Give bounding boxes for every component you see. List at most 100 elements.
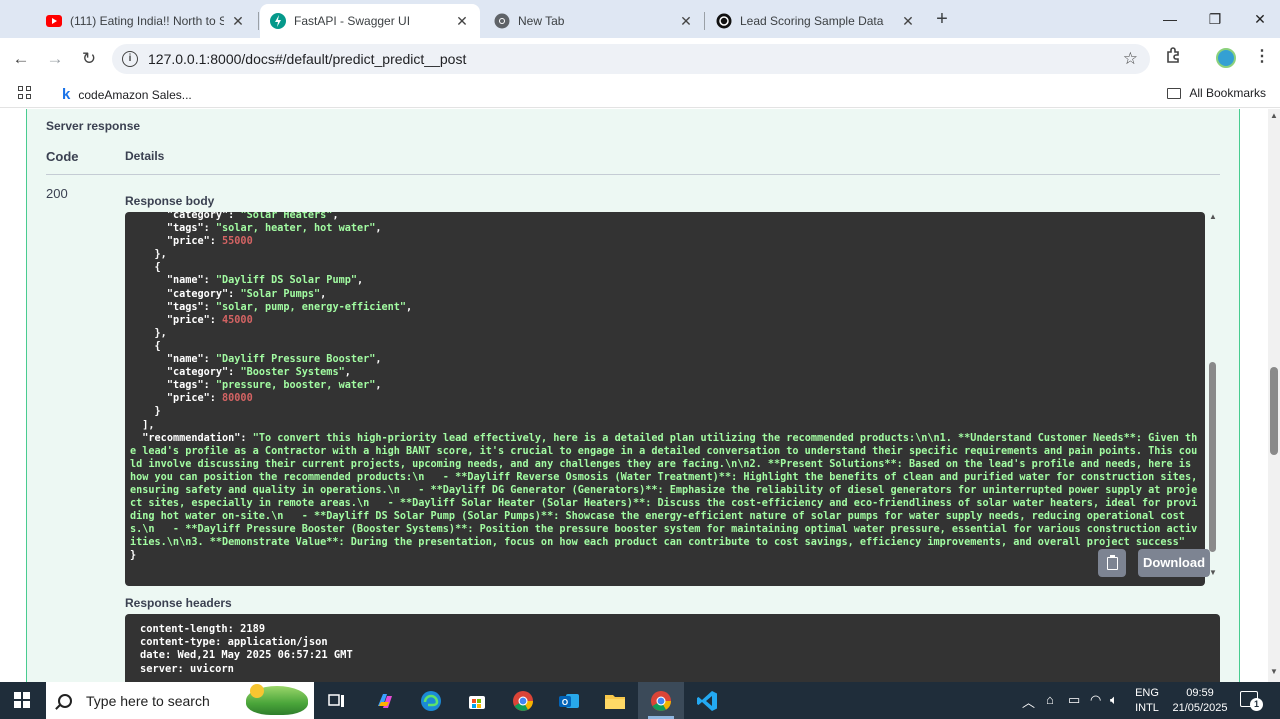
taskbar-search[interactable]: Type here to search [46, 682, 314, 719]
address-bar[interactable]: i 127.0.0.1:8000/docs#/default/predict_p… [112, 44, 1150, 74]
profile-avatar[interactable] [1216, 48, 1236, 68]
tab-fastapi[interactable]: FastAPI - Swagger UI ✕ [260, 4, 480, 38]
json-punct: , [375, 354, 382, 366]
json-line: "tags": "pressure, booster, water", [130, 380, 382, 391]
language-line2: INTL [1135, 702, 1159, 714]
tab-title: New Tab [518, 14, 565, 28]
language-indicator[interactable]: ENG INTL [1132, 686, 1162, 716]
json-string: "Solar Heaters" [240, 212, 333, 221]
json-punct [130, 433, 142, 444]
json-string: "pressure, booster, water" [215, 380, 376, 392]
json-string: "Dayliff DS Solar Pump" [215, 275, 357, 287]
close-tab-icon[interactable]: ✕ [454, 13, 470, 30]
json-key: "price" [166, 314, 210, 326]
chrome-active-icon[interactable] [648, 688, 674, 714]
back-icon[interactable]: ← [8, 46, 34, 72]
tab-lead-scoring[interactable]: Lead Scoring Sample Data ✕ [706, 4, 926, 38]
windows-start-icon[interactable] [14, 692, 30, 708]
close-tab-icon[interactable]: ✕ [678, 13, 694, 30]
outlook-icon[interactable]: O [556, 688, 582, 714]
response-headers[interactable]: content-length: 2189 content-type: appli… [125, 614, 1220, 682]
volume-icon[interactable]: 🔈︎ [1110, 692, 1118, 708]
json-punct: : [209, 393, 223, 405]
minimize-icon[interactable]: — [1150, 6, 1190, 32]
json-key: "price" [166, 393, 210, 405]
file-explorer-icon[interactable] [602, 688, 628, 714]
download-button[interactable]: Download [1138, 549, 1210, 577]
close-tab-icon[interactable]: ✕ [230, 13, 246, 30]
all-bookmarks-button[interactable]: All Bookmarks [1167, 86, 1266, 100]
bookmark-star-icon[interactable]: ☆ [1123, 49, 1138, 69]
json-punct: : [203, 275, 216, 287]
apps-grid-icon[interactable] [18, 86, 32, 100]
json-key: "name" [166, 354, 204, 366]
json-punct: : [203, 301, 216, 313]
json-punct: : [228, 288, 241, 300]
page-scroll-thumb[interactable] [1270, 367, 1278, 455]
battery-icon[interactable]: ▭ [1068, 692, 1080, 708]
json-punct: , [344, 367, 351, 379]
menu-icon[interactable]: ⋮ [1254, 46, 1270, 66]
response-body[interactable]: "category": "Solar Heaters", "tags": "so… [125, 212, 1205, 586]
tab-new-tab[interactable]: New Tab ✕ [484, 4, 704, 38]
reload-icon[interactable]: ↻ [76, 46, 102, 72]
scroll-down-icon[interactable]: ▼ [1270, 667, 1278, 676]
tab-youtube[interactable]: (111) Eating India!! North to So ✕ [36, 4, 256, 38]
json-punct: { [130, 340, 161, 352]
json-key: "tags" [166, 380, 204, 392]
forward-icon[interactable]: → [42, 46, 68, 72]
json-punct: , [332, 212, 339, 221]
json-punct [130, 367, 167, 378]
site-info-icon[interactable]: i [122, 51, 138, 67]
json-punct: : [209, 236, 223, 248]
scroll-thumb[interactable] [1209, 362, 1216, 552]
extensions-icon[interactable] [1165, 46, 1183, 69]
clock-time: 09:59 [1186, 687, 1214, 699]
json-punct: , [320, 288, 327, 300]
json-line: "name": "Dayliff Pressure Booster", [130, 354, 382, 365]
scroll-down-icon[interactable]: ▼ [1209, 568, 1217, 577]
json-line: "tags": "solar, heater, hot water", [130, 223, 382, 234]
clipboard-icon [1106, 554, 1118, 570]
tab-separator [258, 12, 259, 30]
response-body-json[interactable]: "category": "Solar Heaters", "tags": "so… [130, 212, 1202, 563]
json-punct: , [375, 380, 382, 392]
json-number: 45000 [222, 314, 253, 326]
json-line: "name": "Dayliff DS Solar Pump", [130, 275, 363, 286]
json-punct: }, [130, 327, 167, 339]
bookmark-item[interactable]: k codeAmazon Sales... [62, 86, 192, 103]
json-line: }, [130, 328, 167, 339]
edge-icon[interactable] [418, 688, 444, 714]
header-line: content-length: 2189 [140, 623, 266, 635]
json-line: } [130, 550, 136, 561]
clock[interactable]: 09:59 21/05/2025 [1168, 686, 1232, 716]
header-line: content-type: application/json [140, 636, 328, 649]
header-line: server: uvicorn [140, 662, 234, 675]
swagger-page: Server response Code Details 200 Respons… [0, 109, 1268, 682]
json-punct: : [209, 314, 223, 326]
close-tab-icon[interactable]: ✕ [900, 13, 916, 30]
restore-icon[interactable]: ❐ [1195, 6, 1235, 32]
url-text[interactable]: 127.0.0.1:8000/docs#/default/predict_pre… [148, 51, 466, 67]
close-window-icon[interactable]: ✕ [1240, 6, 1280, 32]
new-tab-button[interactable]: + [930, 8, 954, 32]
scroll-up-icon[interactable]: ▲ [1209, 212, 1217, 221]
copy-to-clipboard-button[interactable] [1098, 549, 1126, 577]
response-body-scrollbar[interactable]: ▲ ▼ [1208, 212, 1218, 586]
response-body-label: Response body [125, 194, 215, 208]
store-icon[interactable] [464, 688, 490, 714]
copilot-icon[interactable] [372, 688, 398, 714]
json-line: "tags": "solar, pump, energy-efficient", [130, 302, 412, 313]
chevron-up-icon[interactable]: ︿ [1022, 692, 1035, 711]
json-punct [130, 275, 167, 286]
response-headers-label: Response headers [125, 596, 232, 610]
onedrive-icon[interactable]: ⌂ [1046, 692, 1054, 707]
wifi-icon[interactable]: ◠ [1090, 692, 1101, 708]
chrome-icon[interactable] [510, 688, 536, 714]
json-punct: : [203, 223, 216, 235]
task-view-icon[interactable] [324, 688, 350, 714]
page-scrollbar[interactable]: ▲ ▼ [1268, 109, 1280, 682]
scroll-up-icon[interactable]: ▲ [1270, 111, 1278, 120]
json-punct: ], [130, 419, 155, 431]
vscode-icon[interactable] [694, 688, 720, 714]
